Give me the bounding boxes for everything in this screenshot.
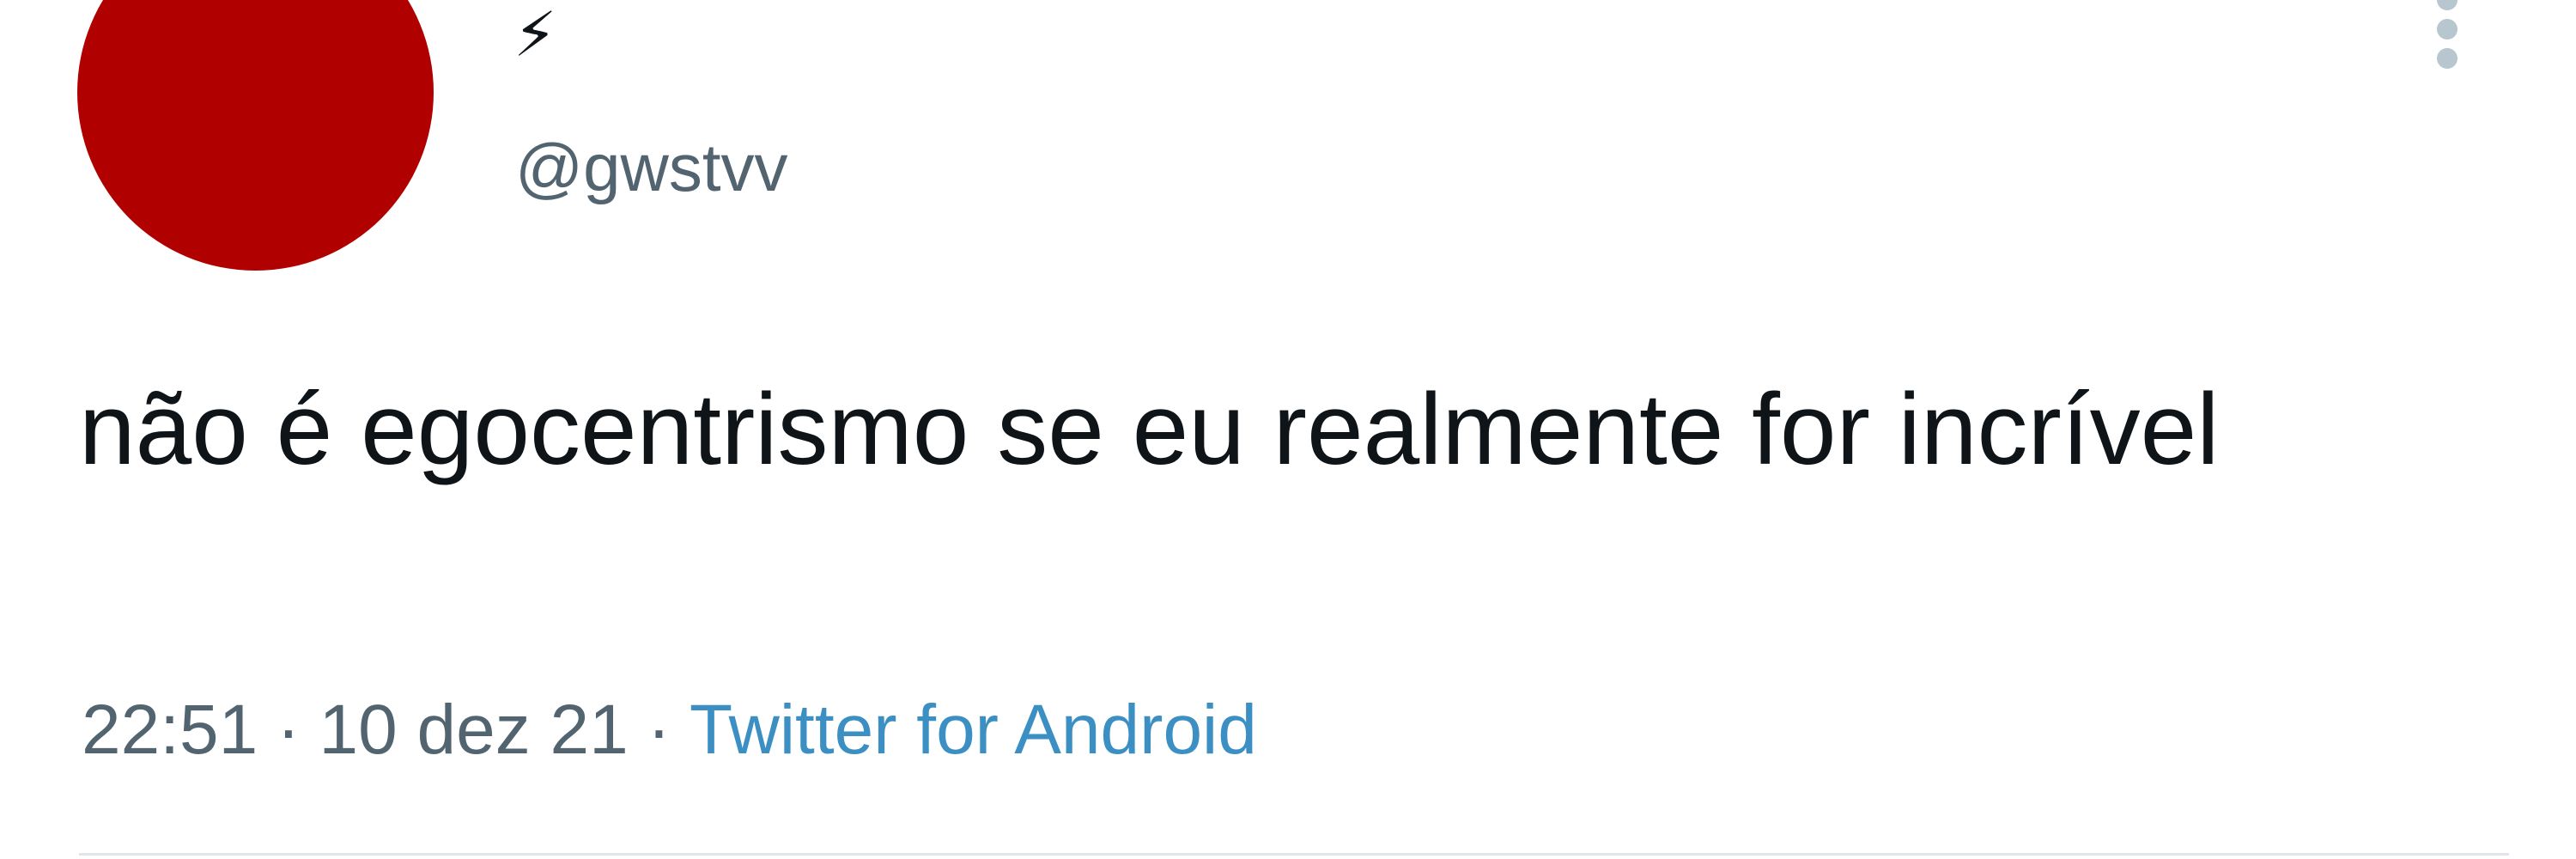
dot (2437, 19, 2458, 40)
tweet-meta: 22:51 · 10 dez 21 · Twitter for Android (82, 687, 1257, 773)
tweet-text: não é egocentrismo se eu realmente for i… (79, 373, 2220, 486)
separator: · (276, 691, 301, 769)
more-options-icon[interactable] (2421, 0, 2473, 77)
tweet-date[interactable]: 10 dez 21 (319, 691, 629, 769)
display-name[interactable]: ⚡ (513, 0, 557, 69)
avatar[interactable] (77, 0, 434, 271)
dot (2437, 0, 2458, 10)
tweet-source-link[interactable]: Twitter for Android (690, 691, 1257, 769)
user-handle[interactable]: @gwstvv (515, 125, 788, 210)
divider (79, 853, 2509, 856)
dot (2437, 48, 2458, 69)
tweet-card: ⚡ @gwstvv não é egocentrismo se eu realm… (0, 0, 2576, 859)
tweet-time[interactable]: 22:51 (82, 691, 258, 769)
separator: · (647, 691, 671, 769)
